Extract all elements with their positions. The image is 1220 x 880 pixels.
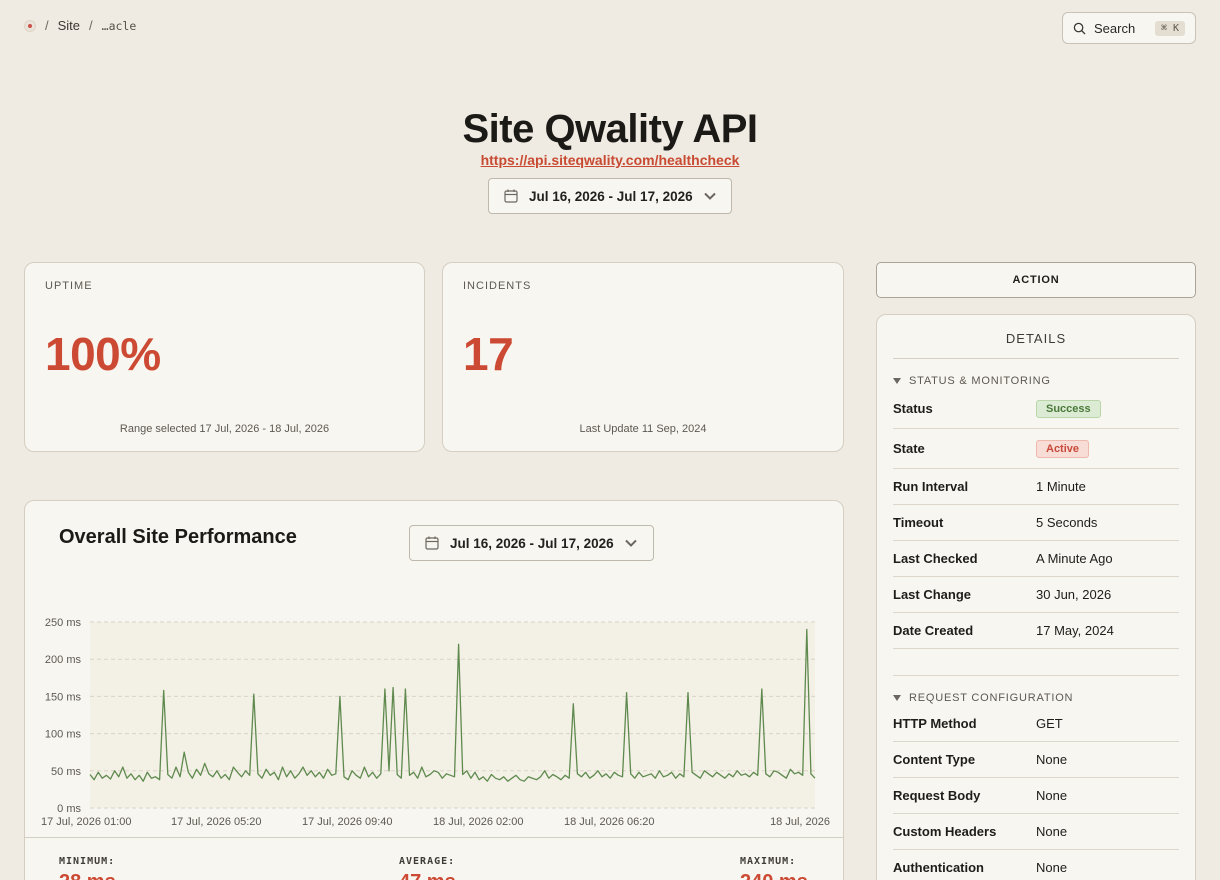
stat-average-label: AVERAGE:	[399, 856, 456, 867]
detail-key: Last Change	[893, 587, 972, 602]
stat-maximum-label: MAXIMUM:	[740, 856, 797, 867]
triangle-down-icon	[893, 378, 901, 384]
triangle-down-icon	[893, 695, 901, 701]
detail-row-timeout: Timeout 5 Seconds	[893, 505, 1179, 541]
stat-minimum-value: 28 ms	[59, 871, 116, 880]
incidents-card: INCIDENTS 17 Last Update 11 Sep, 2024	[442, 262, 844, 452]
detail-row-authentication: Authentication None	[893, 850, 1179, 880]
detail-row-custom-headers: Custom Headers None	[893, 814, 1179, 850]
status-badge: Success	[1036, 399, 1101, 418]
detail-value: 5 Seconds	[1036, 515, 1098, 530]
search-label: Search	[1094, 20, 1136, 36]
detail-key: Custom Headers	[893, 824, 997, 839]
detail-key: Request Body	[893, 788, 981, 803]
section-request-config-label: REQUEST CONFIGURATION	[909, 692, 1074, 704]
action-button[interactable]: ACTION	[876, 262, 1196, 298]
detail-value: 1 Minute	[1036, 479, 1086, 494]
uptime-footer: Range selected 17 Jul, 2026 - 18 Jul, 20…	[119, 423, 330, 435]
detail-key: Content Type	[893, 752, 976, 767]
search-icon	[1073, 22, 1086, 35]
breadcrumb-current: …acle	[101, 18, 137, 33]
detail-row-status: Status Success	[893, 389, 1179, 429]
section-status-monitoring-toggle[interactable]: STATUS & MONITORING	[893, 375, 1179, 387]
detail-row-date-created: Date Created 17 May, 2024	[893, 613, 1179, 649]
x-tick-label: 17 Jul, 2026 01:00	[41, 816, 132, 828]
search-button[interactable]: Search ⌘ K	[1062, 12, 1196, 44]
section-request-config-toggle[interactable]: REQUEST CONFIGURATION	[893, 692, 1179, 704]
detail-key: State	[893, 441, 925, 456]
detail-key: Status	[893, 401, 933, 416]
y-tick-label: 50 ms	[51, 766, 81, 778]
section-divider	[893, 649, 1179, 676]
detail-value: None	[1036, 752, 1068, 767]
stat-average-value: 47 ms	[399, 871, 456, 880]
detail-value: 17 May, 2024	[1036, 623, 1114, 638]
x-tick-label: 18 Jul, 2026 06:20	[564, 816, 655, 828]
logo-dot-icon[interactable]	[24, 19, 36, 32]
stat-minimum-label: MINIMUM:	[59, 856, 116, 867]
performance-chart: 0 ms 50 ms 100 ms 150 ms 200 ms 250 ms 17 Jul,…	[41, 617, 830, 828]
breadcrumb-separator: /	[45, 18, 49, 33]
x-tick-label: 17 Jul, 2026 05:20	[171, 816, 262, 828]
incidents-footer: Last Update 11 Sep, 2024	[579, 423, 707, 435]
date-range-label: Jul 16, 2026 - Jul 17, 2026	[529, 188, 693, 204]
detail-key: HTTP Method	[893, 716, 977, 731]
uptime-label: UPTIME	[45, 280, 93, 292]
detail-value: A Minute Ago	[1036, 551, 1113, 566]
detail-key: Authentication	[893, 860, 984, 875]
detail-value: None	[1036, 788, 1068, 803]
page-header: Site Qwality API https://api.siteqwality…	[0, 106, 1220, 214]
y-tick-label: 200 ms	[45, 654, 82, 666]
details-title: DETAILS	[893, 315, 1179, 359]
y-tick-label: 100 ms	[45, 729, 82, 741]
page-title: Site Qwality API	[462, 107, 758, 151]
y-tick-label: 250 ms	[45, 617, 82, 629]
y-tick-label: 0 ms	[57, 803, 81, 815]
detail-value: GET	[1036, 716, 1063, 731]
incidents-value: 17	[463, 328, 514, 380]
endpoint-url-link[interactable]: https://api.siteqwality.com/healthcheck	[481, 152, 740, 168]
breadcrumb: / Site / …acle	[24, 18, 136, 33]
uptime-value: 100%	[45, 328, 161, 380]
breadcrumb-separator: /	[89, 18, 93, 33]
detail-row-last-checked: Last Checked A Minute Ago	[893, 541, 1179, 577]
stat-maximum: MAXIMUM: 240 ms	[740, 856, 808, 880]
detail-value: None	[1036, 824, 1068, 839]
detail-key: Run Interval	[893, 479, 969, 494]
stat-maximum-value: 240 ms	[740, 871, 808, 880]
y-tick-label: 150 ms	[45, 691, 82, 703]
plot-area	[90, 622, 815, 808]
performance-card: Overall Site Performance Jul 16, 2026 - …	[24, 500, 844, 880]
detail-row-request-body: Request Body None	[893, 778, 1179, 814]
detail-row-run-interval: Run Interval 1 Minute	[893, 469, 1179, 505]
date-range-picker[interactable]: Jul 16, 2026 - Jul 17, 2026	[488, 178, 732, 214]
detail-row-http-method: HTTP Method GET	[893, 706, 1179, 742]
detail-key: Date Created	[893, 623, 974, 638]
search-shortcut: ⌘ K	[1154, 20, 1185, 36]
chevron-down-icon	[703, 192, 716, 200]
detail-value: None	[1036, 860, 1068, 875]
detail-key: Last Checked	[893, 551, 978, 566]
details-panel: DETAILS STATUS & MONITORING Status Succe…	[876, 314, 1196, 880]
uptime-card: UPTIME 100% Range selected 17 Jul, 2026 …	[24, 262, 425, 452]
detail-row-state: State Active	[893, 429, 1179, 469]
detail-key: Timeout	[893, 515, 944, 530]
x-tick-label: 18 Jul, 2026 02:00	[433, 816, 524, 828]
stat-average: AVERAGE: 47 ms	[399, 856, 456, 880]
detail-row-last-change: Last Change 30 Jun, 2026	[893, 577, 1179, 613]
state-badge: Active	[1036, 439, 1090, 458]
x-tick-label: 18 Jul, 2026	[770, 816, 830, 828]
detail-row-content-type: Content Type None	[893, 742, 1179, 778]
section-status-monitoring-label: STATUS & MONITORING	[909, 375, 1051, 387]
detail-value: 30 Jun, 2026	[1036, 587, 1112, 602]
breadcrumb-site-link[interactable]: Site	[58, 18, 80, 33]
performance-stats: MINIMUM: 28 ms AVERAGE: 47 ms MAXIMUM: 2…	[25, 837, 843, 880]
calendar-icon	[504, 189, 518, 203]
stat-minimum: MINIMUM: 28 ms	[59, 856, 116, 880]
x-tick-label: 17 Jul, 2026 09:40	[302, 816, 393, 828]
incidents-label: INCIDENTS	[463, 280, 532, 292]
